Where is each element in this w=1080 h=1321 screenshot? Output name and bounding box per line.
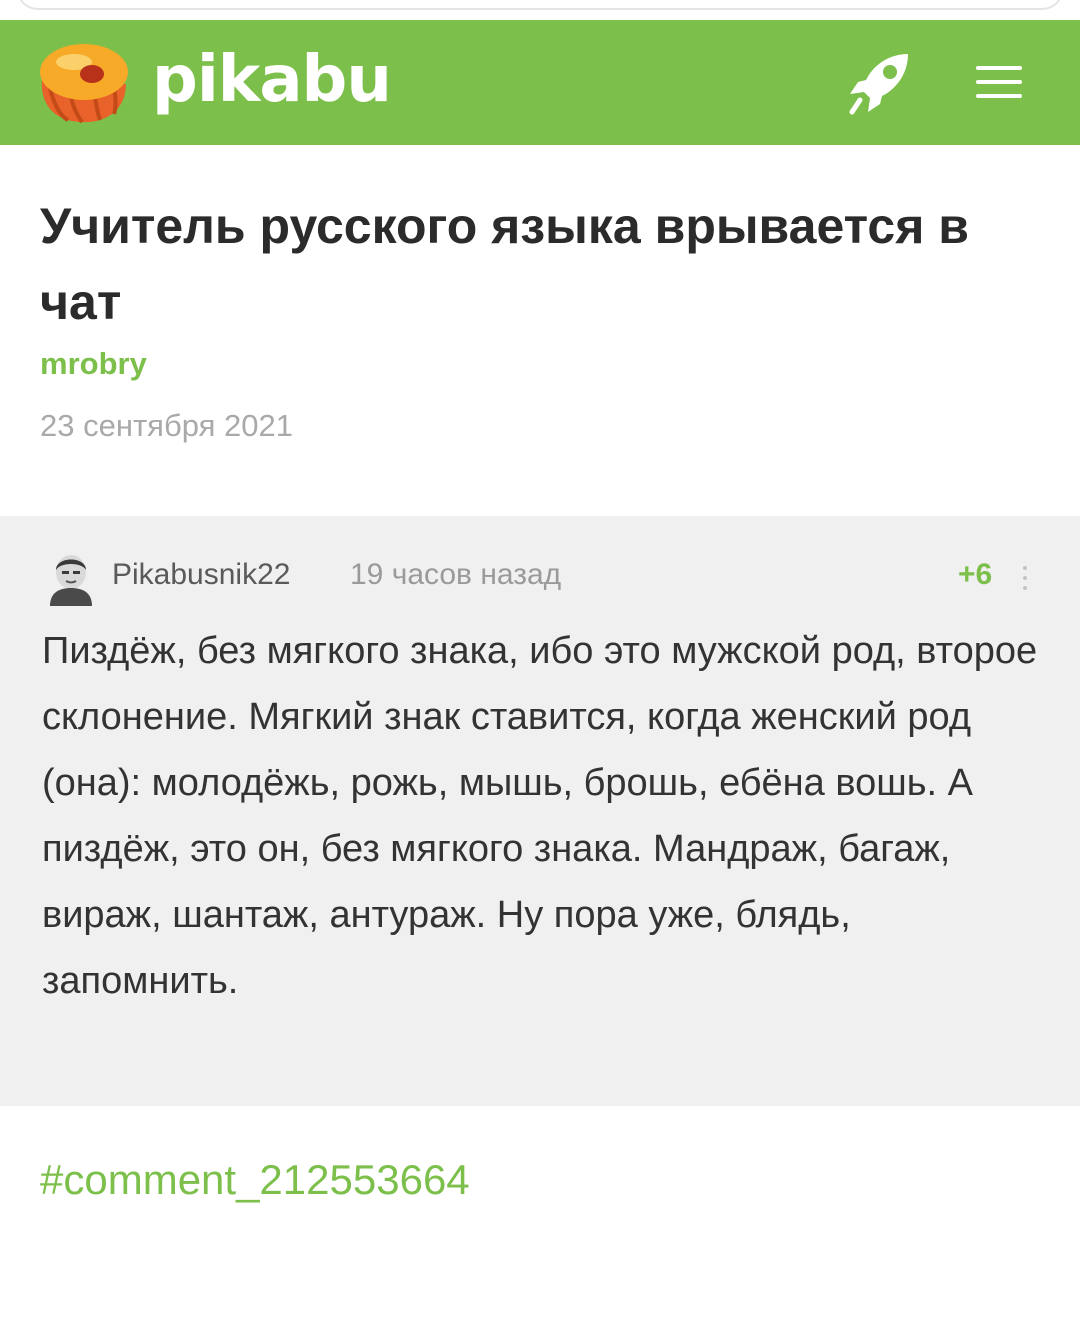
post-date: 23 сентября 2021 [40, 408, 293, 443]
browser-top-strip [0, 0, 1080, 20]
pikabu-logo-icon[interactable] [36, 38, 131, 128]
comment-text: Пиздёж, без мягкого знака, ибо это мужск… [42, 630, 1038, 1002]
comment-author[interactable]: Pikabusnik22 [112, 558, 290, 592]
comment-time: 19 часов назад [350, 558, 562, 591]
comment-rating: +6 [958, 558, 993, 591]
post-title[interactable]: Учитель русского языка врывается в чат [40, 188, 1050, 340]
comment-hashtag-link[interactable]: #comment_212553664 [40, 1156, 470, 1204]
more-options-icon[interactable] [1018, 560, 1032, 594]
post-author-link[interactable]: mrobry [40, 346, 147, 382]
avatar[interactable] [48, 552, 94, 606]
site-header: pikabu [0, 20, 1080, 145]
hamburger-menu-icon[interactable] [974, 60, 1024, 104]
brand-name[interactable]: pikabu [152, 42, 392, 118]
comment-card: Pikabusnik22 19 часов назад +6 Пиздёж, б… [0, 516, 1080, 1106]
address-bar-edge [16, 0, 1064, 10]
rocket-icon[interactable] [846, 50, 916, 116]
